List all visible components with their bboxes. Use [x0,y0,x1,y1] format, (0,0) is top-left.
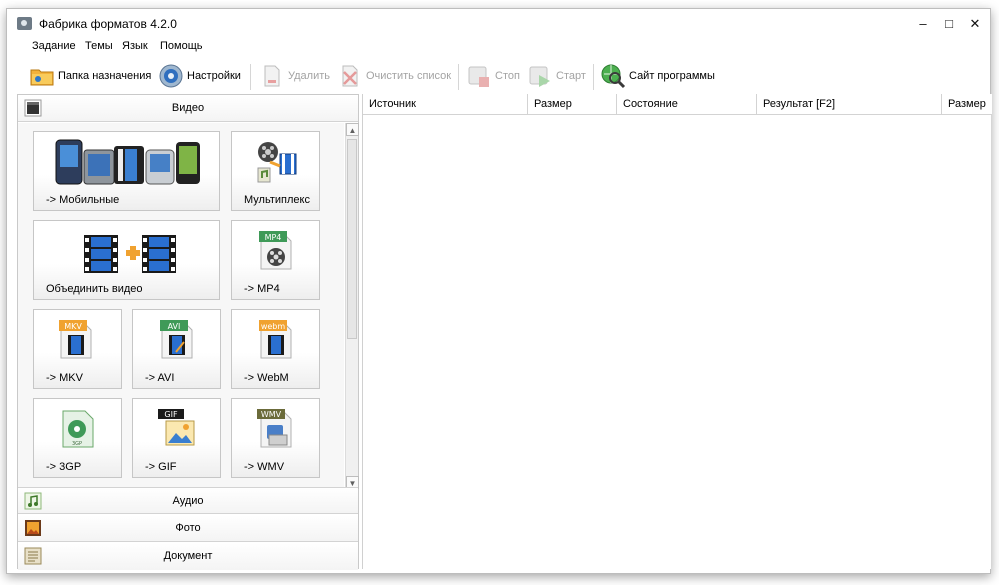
tiles-scrollbar[interactable]: ▲ ▼ [345,123,359,489]
avi-badge: AVI [168,322,181,331]
tile-mkv[interactable]: MKV -> MKV [33,309,122,389]
video-tiles-grid: -> Мобильные Мультиплекс Объединить виде… [18,123,344,489]
join-video-icon [84,235,176,276]
menu-task[interactable]: Задание [32,40,76,52]
category-document-label: Документ [163,550,213,562]
tile-label: -> MP4 [244,283,280,295]
delete-document-icon [259,63,285,89]
tile-label: -> MKV [46,372,83,384]
webm-icon: webm [259,316,293,363]
webm-badge: webm [261,322,286,331]
category-audio-label: Аудио [172,495,204,507]
title-bar: Фабрика форматов 4.2.0 – □ ✕ [7,9,990,37]
stop-button[interactable]: Стоп [466,60,520,92]
destination-folder-button[interactable]: Папка назначения [29,60,151,92]
start-button[interactable]: Старт [527,60,586,92]
tile-join-video[interactable]: Объединить видео [33,220,220,300]
3gp-badge: 3GP [72,441,82,447]
tile-gif[interactable]: GIF -> GIF [132,398,221,478]
category-photo-label: Фото [175,522,201,534]
category-photo[interactable]: Фото [18,515,358,542]
delete-label: Удалить [288,70,330,82]
tile-label: Объединить видео [46,283,143,295]
mkv-badge: MKV [64,322,82,331]
scroll-up-icon[interactable]: ▲ [346,123,359,136]
toolbar-separator [458,64,459,90]
category-video[interactable]: Видео [18,95,358,122]
task-list[interactable]: Источник Размер Состояние Результат [F2]… [362,94,992,569]
folder-icon [29,63,55,89]
gif-icon: GIF [158,405,196,452]
menu-help[interactable]: Помощь [160,40,203,52]
category-panel: Видео -> Мобильные Мультиплекс Объединит… [17,94,359,570]
tile-webm[interactable]: webm -> WebM [231,309,320,389]
tile-multiplex[interactable]: Мультиплекс [231,131,320,211]
3gp-icon: 3GP [61,405,95,452]
close-button[interactable]: ✕ [961,13,989,35]
tile-avi[interactable]: AVI -> AVI [132,309,221,389]
wmv-badge: WMV [261,410,282,419]
scroll-thumb[interactable] [347,139,357,339]
minimize-button[interactable]: – [909,13,937,35]
category-document[interactable]: Документ [18,543,358,570]
app-icon [17,17,32,30]
mkv-icon: MKV [59,316,93,363]
multiplex-icon [256,140,298,187]
website-button[interactable]: Сайт программы [600,60,715,92]
toolbar-separator [593,64,594,90]
tile-label: -> 3GP [46,461,82,473]
window-title: Фабрика форматов 4.2.0 [39,17,177,31]
main-window: Фабрика форматов 4.2.0 – □ ✕ Задание Тем… [6,8,992,574]
tile-label: -> Мобильные [46,194,120,206]
tile-mp4[interactable]: MP4 -> MP4 [231,220,320,300]
settings-label: Настройки [187,70,241,82]
delete-button[interactable]: Удалить [259,60,330,92]
stop-icon [466,63,492,89]
column-result[interactable]: Результат [F2] [757,94,942,115]
avi-icon: AVI [160,316,194,363]
destination-folder-label: Папка назначения [58,70,152,82]
clear-list-label: Очистить список [366,70,452,82]
mp4-badge: MP4 [265,233,282,242]
tile-3gp[interactable]: 3GP -> 3GP [33,398,122,478]
clear-list-icon [337,63,363,89]
clear-list-button[interactable]: Очистить список [337,60,451,92]
start-icon [527,63,553,89]
toolbar-separator [250,64,251,90]
settings-gear-icon [158,63,184,89]
start-label: Старт [556,70,586,82]
mobile-devices-icon [54,136,204,189]
toolbar: Папка назначения Настройки Удалить Очист… [7,58,990,94]
wmv-icon: WMV [257,405,295,452]
tile-label: -> GIF [145,461,177,473]
settings-button[interactable]: Настройки [158,60,241,92]
column-status[interactable]: Состояние [617,94,757,115]
menu-bar: Задание Темы Язык Помощь [7,37,990,57]
tile-label: -> WebM [244,372,289,384]
column-result-size[interactable]: Размер [942,94,992,115]
globe-search-icon [600,63,626,89]
menu-themes[interactable]: Темы [85,40,113,52]
column-source[interactable]: Источник [363,94,528,115]
tile-label: -> WMV [244,461,285,473]
category-audio[interactable]: Аудио [18,487,358,514]
website-label: Сайт программы [629,70,715,82]
tile-label: Мультиплекс [244,194,310,206]
mp4-icon: MP4 [259,227,293,274]
menu-language[interactable]: Язык [122,40,148,52]
tile-wmv[interactable]: WMV -> WMV [231,398,320,478]
column-size[interactable]: Размер [528,94,617,115]
maximize-button[interactable]: □ [935,13,963,35]
tile-mobile[interactable]: -> Мобильные [33,131,220,211]
stop-label: Стоп [495,70,520,82]
category-video-label: Видео [171,102,205,114]
gif-badge: GIF [164,410,178,419]
tile-label: -> AVI [145,372,175,384]
